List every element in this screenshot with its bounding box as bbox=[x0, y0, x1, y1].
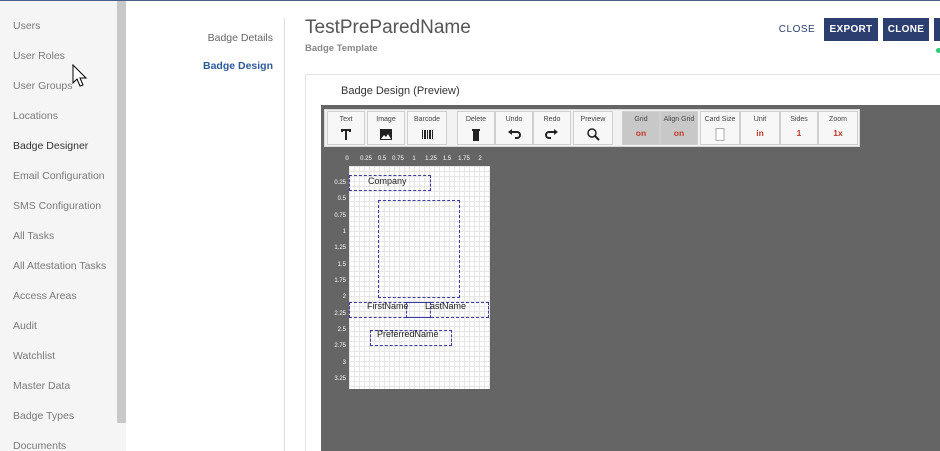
sidebar-item-sms-configuration[interactable]: SMS Configuration bbox=[13, 200, 101, 212]
sidebar-item-email-configuration[interactable]: Email Configuration bbox=[13, 170, 105, 182]
ruler-v-tick: 2 bbox=[342, 294, 346, 300]
ruler-v-tick: 1 bbox=[342, 229, 346, 235]
first-name-field-label: FirstName bbox=[367, 301, 409, 311]
sidebar-scrollbar[interactable] bbox=[117, 1, 126, 423]
zoom-label: Zoom bbox=[829, 116, 847, 123]
grid-toggle-label: Grid bbox=[634, 116, 648, 123]
ruler-v-tick: 2.75 bbox=[334, 343, 346, 349]
redo-icon bbox=[545, 129, 558, 139]
ruler-v-tick: 3.25 bbox=[334, 376, 346, 382]
sidebar-item-badge-designer[interactable]: Badge Designer bbox=[13, 140, 88, 152]
ruler-h-tick: 1.25 bbox=[425, 156, 437, 162]
text-tool-button[interactable]: Text bbox=[327, 111, 365, 145]
text-tool-label: Text bbox=[339, 116, 353, 123]
sidebar-item-master-data[interactable]: Master Data bbox=[13, 380, 70, 392]
zoom-button[interactable]: Zoom 1x bbox=[818, 111, 858, 145]
subnav-divider bbox=[284, 18, 285, 451]
card-title: Badge Design (Preview) bbox=[341, 85, 460, 97]
subnav-badge-details[interactable]: Badge Details bbox=[208, 32, 273, 44]
last-name-field[interactable]: LastName bbox=[406, 301, 489, 318]
ruler-v-tick: 1.75 bbox=[334, 278, 346, 284]
ruler-h-tick: 1.75 bbox=[458, 156, 470, 162]
page-subtitle: Badge Template bbox=[305, 43, 378, 54]
text-icon bbox=[341, 129, 351, 140]
ruler-h-tick: 0.25 bbox=[360, 156, 372, 162]
redo-tool-button[interactable]: Redo bbox=[533, 111, 571, 145]
barcode-tool-button[interactable]: Barcode bbox=[407, 111, 447, 145]
sidebar-item-all-tasks[interactable]: All Tasks bbox=[13, 230, 54, 242]
undo-tool-label: Undo bbox=[505, 116, 523, 123]
ruler-v-tick: 1.25 bbox=[334, 245, 346, 251]
align-grid-value: on bbox=[673, 128, 685, 138]
delete-tool-label: Delete bbox=[465, 116, 487, 123]
sides-value: 1 bbox=[796, 128, 802, 138]
company-field[interactable]: Company bbox=[349, 175, 431, 191]
export-button[interactable]: EXPORT bbox=[824, 18, 878, 41]
sidebar-item-user-groups[interactable]: User Groups bbox=[13, 80, 73, 92]
sidebar-item-access-areas[interactable]: Access Areas bbox=[13, 290, 77, 302]
undo-icon bbox=[508, 129, 521, 139]
last-name-field-label: LastName bbox=[425, 301, 467, 311]
ruler-v-tick: 0.25 bbox=[334, 180, 346, 186]
sidebar: Users User Roles User Groups Locations B… bbox=[0, 1, 126, 451]
sidebar-item-all-attestation-tasks[interactable]: All Attestation Tasks bbox=[13, 260, 106, 272]
ruler-v-tick: 2.25 bbox=[334, 311, 346, 317]
page-title: TestPreParedName bbox=[305, 17, 471, 38]
status-dot bbox=[936, 48, 940, 53]
ruler-v-tick: 0.75 bbox=[334, 213, 346, 219]
close-button[interactable]: CLOSE bbox=[776, 21, 818, 38]
ruler-v-tick: 3 bbox=[342, 360, 346, 366]
align-grid-label: Align Grid bbox=[663, 116, 695, 123]
ruler-v-tick: 0.5 bbox=[337, 196, 346, 202]
delete-tool-button[interactable]: Delete bbox=[457, 111, 495, 145]
unit-value: in bbox=[756, 128, 764, 138]
sides-label: Sides bbox=[790, 116, 808, 123]
sidebar-item-audit[interactable]: Audit bbox=[13, 320, 37, 332]
image-icon bbox=[380, 129, 392, 140]
card-size-button[interactable]: Card Size bbox=[700, 111, 740, 145]
photo-field[interactable] bbox=[378, 200, 460, 298]
preview-tool-label: Preview bbox=[580, 116, 606, 123]
search-icon bbox=[587, 128, 600, 141]
image-tool-button[interactable]: Image bbox=[367, 111, 405, 145]
unit-label: Unit bbox=[753, 116, 767, 123]
barcode-icon bbox=[422, 130, 433, 139]
zoom-value: 1x bbox=[833, 128, 843, 138]
ruler-h-tick: 1 bbox=[412, 156, 416, 162]
trash-icon bbox=[472, 129, 480, 141]
redo-tool-label: Redo bbox=[543, 116, 561, 123]
ruler-h-tick: 1.5 bbox=[442, 156, 452, 162]
preferred-name-field[interactable]: PreferredName bbox=[370, 329, 452, 346]
image-tool-label: Image bbox=[376, 116, 396, 123]
preview-tool-button[interactable]: Preview bbox=[573, 111, 613, 145]
sidebar-item-user-roles[interactable]: User Roles bbox=[13, 50, 65, 62]
undo-tool-button[interactable]: Undo bbox=[495, 111, 533, 145]
company-field-label: Company bbox=[368, 176, 407, 186]
sidebar-item-users[interactable]: Users bbox=[13, 20, 40, 32]
sidebar-item-badge-types[interactable]: Badge Types bbox=[13, 410, 74, 422]
grid-toggle[interactable]: Grid on bbox=[622, 111, 660, 145]
ruler-h-tick: 0.75 bbox=[392, 156, 404, 162]
preferred-name-field-label: PreferredName bbox=[377, 329, 439, 339]
ruler-h-tick: 2 bbox=[478, 156, 482, 162]
ruler-h-tick: 0.5 bbox=[377, 156, 387, 162]
sides-button[interactable]: Sides 1 bbox=[780, 111, 818, 145]
sidebar-item-watchlist[interactable]: Watchlist bbox=[13, 350, 55, 362]
card-size-label: Card Size bbox=[704, 116, 736, 123]
grid-toggle-value: on bbox=[635, 128, 647, 138]
ruler-v-tick: 1.5 bbox=[337, 262, 346, 268]
barcode-tool-label: Barcode bbox=[413, 116, 441, 123]
unit-button[interactable]: Unit in bbox=[740, 111, 780, 145]
sidebar-item-locations[interactable]: Locations bbox=[13, 110, 58, 122]
overflow-button[interactable] bbox=[934, 18, 940, 41]
ruler-v-tick: 2.5 bbox=[337, 327, 346, 333]
clone-button[interactable]: CLONE bbox=[883, 18, 929, 41]
sidebar-item-documents[interactable]: Documents bbox=[13, 440, 66, 451]
badge-subnav: Badge Details Badge Design bbox=[126, 1, 286, 451]
mouse-cursor-icon bbox=[72, 64, 88, 87]
ruler-h-tick: 0 bbox=[345, 156, 349, 162]
card-size-icon bbox=[715, 128, 725, 141]
align-grid-toggle[interactable]: Align Grid on bbox=[660, 111, 698, 145]
subnav-badge-design[interactable]: Badge Design bbox=[203, 60, 273, 72]
